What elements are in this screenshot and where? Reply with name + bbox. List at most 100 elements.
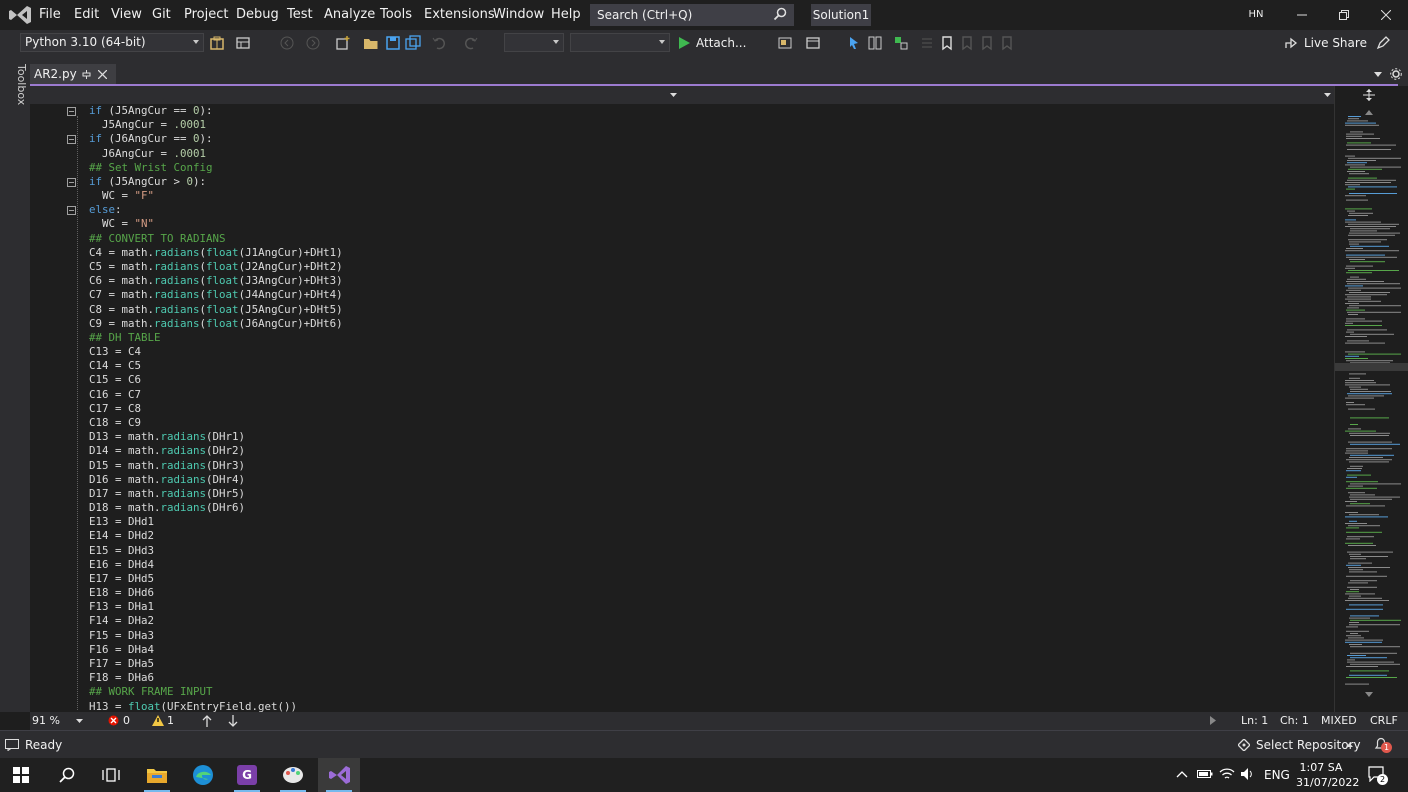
scroll-down-icon[interactable] bbox=[1365, 692, 1373, 698]
error-icon bbox=[108, 715, 119, 726]
code-line: ## WORK FRAME INPUT bbox=[89, 685, 213, 699]
menu-git[interactable]: Git bbox=[152, 0, 171, 30]
menu-window[interactable]: Window bbox=[493, 0, 544, 30]
code-token: float bbox=[206, 245, 239, 259]
close-button[interactable] bbox=[1364, 0, 1408, 30]
code-token: else bbox=[89, 203, 116, 217]
task-view-button[interactable] bbox=[90, 758, 132, 792]
search-input[interactable]: Search (Ctrl+Q) bbox=[590, 4, 794, 26]
paint-app[interactable] bbox=[272, 758, 314, 792]
python-environment-select[interactable]: Python 3.10 (64-bit) bbox=[20, 33, 204, 52]
undo-icon[interactable] bbox=[430, 34, 448, 52]
menu-extensions[interactable]: Extensions bbox=[424, 0, 495, 30]
user-avatar[interactable]: HN bbox=[1245, 7, 1267, 23]
type-scope-dropdown[interactable] bbox=[30, 86, 680, 104]
code-token: radians bbox=[160, 486, 207, 500]
pin-icon[interactable] bbox=[82, 70, 91, 79]
scroll-right-icon[interactable] bbox=[1210, 716, 1216, 725]
minimize-button[interactable] bbox=[1280, 0, 1324, 30]
live-share-button[interactable]: Live Share bbox=[1284, 34, 1367, 52]
settings-icon[interactable] bbox=[1390, 68, 1402, 80]
code-token: C5 = math. bbox=[89, 259, 155, 273]
menu-test[interactable]: Test bbox=[287, 0, 313, 30]
collapse-icon[interactable] bbox=[67, 178, 76, 187]
environment-icon[interactable] bbox=[208, 34, 226, 52]
visual-studio-app[interactable] bbox=[318, 758, 360, 792]
new-project-icon[interactable] bbox=[334, 34, 352, 52]
restore-button[interactable] bbox=[1322, 0, 1366, 30]
collapse-icon[interactable] bbox=[67, 107, 76, 116]
code-line: E14 = DHd2 bbox=[89, 529, 154, 543]
battery-icon[interactable] bbox=[1197, 768, 1213, 780]
chevron-up-icon[interactable] bbox=[1176, 770, 1188, 778]
comment-icon[interactable] bbox=[918, 34, 936, 52]
code-line: ## CONVERT TO RADIANS bbox=[89, 232, 226, 246]
collapse-icon[interactable] bbox=[67, 135, 76, 144]
edge-browser-app[interactable] bbox=[182, 758, 224, 792]
column-indicator[interactable]: Ch: 1 bbox=[1280, 712, 1309, 730]
notification-center-button[interactable]: 2 bbox=[1368, 766, 1388, 785]
forward-icon[interactable] bbox=[304, 34, 322, 52]
next-bookmark-icon[interactable] bbox=[978, 34, 996, 52]
menu-file[interactable]: File bbox=[39, 0, 61, 30]
volume-icon[interactable] bbox=[1240, 767, 1254, 781]
toolbox-tab[interactable]: Toolbox bbox=[2, 64, 28, 124]
menu-edit[interactable]: Edit bbox=[74, 0, 99, 30]
member-scope-dropdown[interactable] bbox=[682, 86, 1331, 104]
close-tab-icon[interactable] bbox=[98, 70, 107, 79]
window-layout-icon[interactable] bbox=[804, 34, 822, 52]
bookmark-icon[interactable] bbox=[938, 34, 956, 52]
line-ending-indicator[interactable]: CRLF bbox=[1370, 712, 1398, 730]
solution-platform-select[interactable] bbox=[570, 33, 670, 52]
whitespace-indicator[interactable]: MIXED bbox=[1321, 712, 1357, 730]
tab-ar2-py[interactable]: AR2.py bbox=[30, 64, 116, 86]
code-token: : bbox=[115, 203, 122, 217]
clock[interactable]: 1:07 SA 31/07/2022 bbox=[1296, 758, 1359, 792]
output-icon[interactable] bbox=[5, 739, 19, 751]
code-token: (J4AngCur)+DHt4) bbox=[238, 288, 343, 302]
minimap-viewport[interactable] bbox=[1335, 363, 1408, 371]
previous-bookmark-icon[interactable] bbox=[958, 34, 976, 52]
redo-icon[interactable] bbox=[462, 34, 480, 52]
browser-link-icon[interactable] bbox=[776, 34, 794, 52]
collapse-icon[interactable] bbox=[67, 206, 76, 215]
save-icon[interactable] bbox=[384, 34, 402, 52]
taskbar-search-button[interactable] bbox=[46, 758, 88, 792]
language-indicator[interactable]: ENG bbox=[1264, 758, 1290, 792]
code-token: (DHr1) bbox=[206, 430, 246, 444]
menu-project[interactable]: Project bbox=[184, 0, 228, 30]
diagnostics-icon[interactable] bbox=[866, 34, 884, 52]
wifi-icon[interactable] bbox=[1219, 767, 1235, 781]
code-token: E15 = DHd3 bbox=[89, 543, 155, 557]
menu-tools[interactable]: Tools bbox=[380, 0, 412, 30]
notifications-button[interactable]: 1 bbox=[1374, 737, 1392, 753]
feedback-icon[interactable] bbox=[1374, 34, 1392, 52]
zoom-select[interactable]: 91 % bbox=[32, 712, 83, 730]
format-icon[interactable] bbox=[892, 34, 910, 52]
file-explorer-app[interactable] bbox=[136, 758, 178, 792]
open-folder-icon[interactable] bbox=[362, 34, 380, 52]
save-all-icon[interactable] bbox=[404, 34, 422, 52]
attach-button[interactable]: Attach... bbox=[676, 34, 746, 52]
split-window-icon[interactable] bbox=[1363, 89, 1375, 101]
pdf-app[interactable]: G bbox=[226, 758, 268, 792]
start-button[interactable] bbox=[0, 758, 42, 792]
solution-config-select[interactable] bbox=[504, 33, 564, 52]
menu-help[interactable]: Help bbox=[551, 0, 581, 30]
clear-bookmarks-icon[interactable] bbox=[998, 34, 1016, 52]
select-element-icon[interactable] bbox=[846, 34, 864, 52]
back-icon[interactable] bbox=[278, 34, 296, 52]
code-line: D18 = math.radians(DHr6) bbox=[89, 501, 245, 515]
line-indicator[interactable]: Ln: 1 bbox=[1241, 712, 1268, 730]
menu-analyze[interactable]: Analyze bbox=[324, 0, 375, 30]
scrollbar-map[interactable] bbox=[1334, 86, 1408, 712]
code-token: .0001 bbox=[173, 146, 207, 160]
previous-issue-icon[interactable] bbox=[202, 715, 212, 727]
menu-debug[interactable]: Debug bbox=[236, 0, 279, 30]
code-editor[interactable]: if (J5AngCur == 0): J5AngCur = .0001 if (… bbox=[30, 104, 1334, 712]
menu-view[interactable]: View bbox=[111, 0, 142, 30]
code-line: C15 = C6 bbox=[89, 373, 141, 387]
tab-list-dropdown-icon[interactable] bbox=[1374, 70, 1382, 78]
next-issue-icon[interactable] bbox=[228, 715, 238, 727]
layout-icon[interactable] bbox=[234, 34, 252, 52]
